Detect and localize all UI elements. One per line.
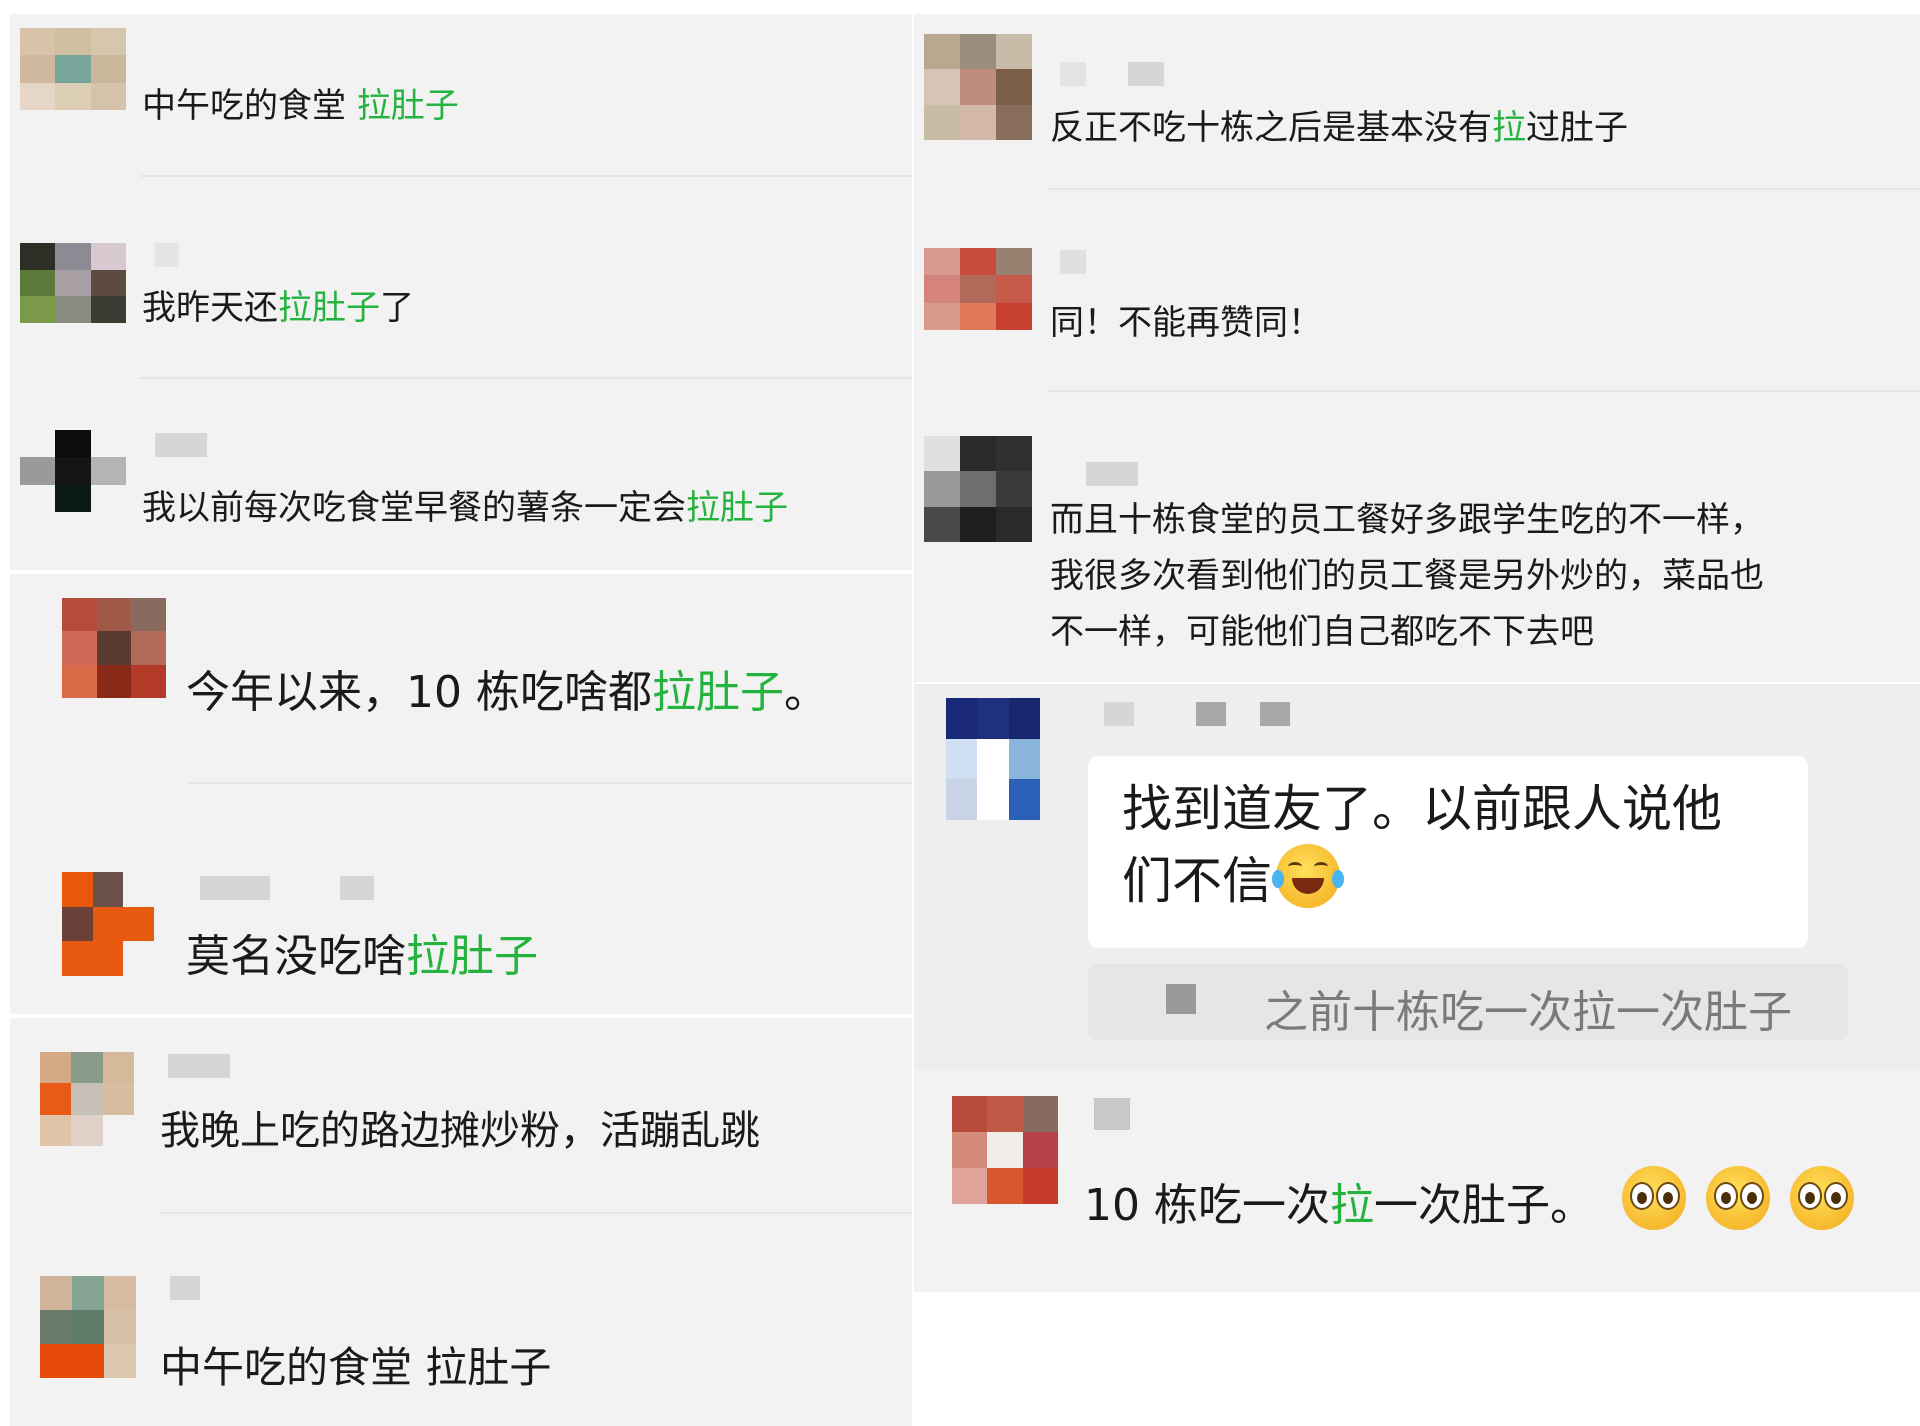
upside-down-pleading-emoji — [1608, 1166, 1854, 1231]
username[interactable] — [1060, 250, 1086, 274]
avatar[interactable] — [952, 1096, 1058, 1204]
username[interactable] — [1104, 702, 1134, 726]
avatar[interactable] — [62, 872, 154, 976]
username[interactable] — [200, 876, 270, 900]
quoted-avatar — [1166, 984, 1196, 1014]
pleading-face-emoji — [1705, 1166, 1770, 1230]
username[interactable] — [170, 1276, 200, 1300]
comment-text: 我晚上吃的路边摊炒粉，活蹦乱跳 — [160, 1108, 760, 1154]
avatar[interactable] — [20, 243, 126, 323]
divider — [160, 1212, 912, 1214]
divider — [1048, 188, 1920, 190]
avatar[interactable] — [924, 34, 1032, 140]
comment-text: 10 栋吃一次拉一次肚子。 — [1084, 1166, 1854, 1233]
username[interactable] — [155, 433, 207, 457]
comment-text: 我昨天还拉肚子了 — [142, 288, 414, 328]
divider — [140, 175, 912, 177]
comment-text: 反正不吃十栋之后是基本没有拉过肚子 — [1050, 108, 1628, 148]
comment-text: 我以前每次吃食堂早餐的薯条一定会拉肚子 — [142, 488, 788, 528]
username[interactable] — [1094, 1098, 1130, 1130]
avatar[interactable] — [924, 436, 1032, 542]
avatar[interactable] — [946, 698, 1040, 820]
pleading-face-emoji — [1789, 1166, 1854, 1230]
username[interactable] — [1060, 62, 1086, 86]
comment-text: 莫名没吃啥拉肚子 — [186, 931, 538, 982]
quoted-reply[interactable]: 之前十栋吃一次拉一次肚子 — [1088, 964, 1848, 1040]
quote-text: 之前十栋吃一次拉一次肚子 — [1264, 987, 1792, 1038]
username[interactable] — [1086, 462, 1138, 486]
username-badge — [340, 876, 374, 900]
pleading-face-emoji — [1621, 1166, 1686, 1230]
username[interactable] — [155, 243, 179, 267]
avatar[interactable] — [40, 1276, 136, 1378]
username[interactable] — [168, 1054, 230, 1078]
avatar[interactable] — [924, 248, 1032, 330]
avatar[interactable] — [62, 598, 166, 698]
avatar[interactable] — [20, 28, 126, 110]
avatar[interactable] — [20, 430, 126, 512]
comment-text: 同！不能再赞同！ — [1050, 303, 1322, 343]
comment-text: 而且十栋食堂的员工餐好多跟学生吃的不一样， 我很多次看到他们的员工餐是另外炒的，… — [1050, 500, 1764, 652]
bubble-text: 找到道友了。以前跟人说他 们不信 — [1122, 780, 1722, 910]
divider — [1048, 390, 1920, 392]
username[interactable] — [1128, 62, 1164, 86]
username[interactable] — [1196, 702, 1226, 726]
comment-text: 中午吃的食堂 拉肚子 — [160, 1343, 552, 1392]
chat-bubble[interactable]: 找到道友了。以前跟人说他 们不信 — [1088, 756, 1808, 948]
comment-text: 今年以来，10 栋吃啥都拉肚子。 — [186, 667, 828, 718]
tears-of-joy-emoji — [1272, 844, 1344, 908]
comment-text: 中午吃的食堂 拉肚子 — [142, 86, 459, 126]
avatar[interactable] — [40, 1052, 134, 1146]
divider — [140, 377, 912, 379]
divider — [188, 782, 912, 784]
username[interactable] — [1260, 702, 1290, 726]
